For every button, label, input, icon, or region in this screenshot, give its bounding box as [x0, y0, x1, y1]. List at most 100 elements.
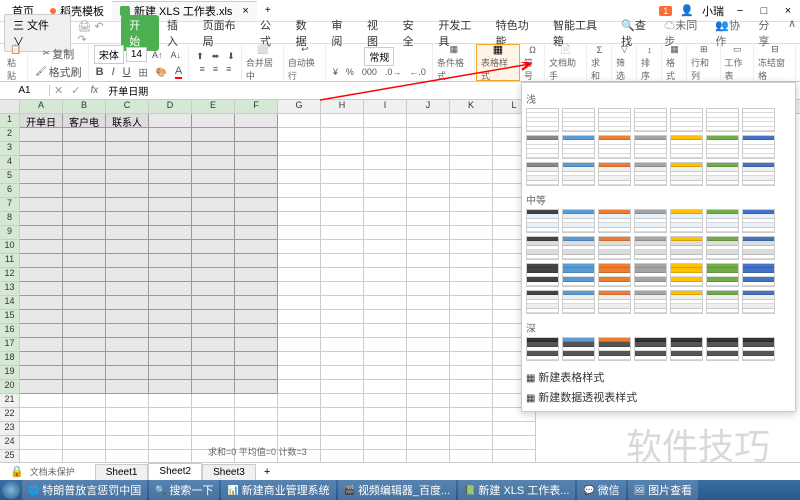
cell[interactable] — [321, 198, 364, 212]
cell[interactable] — [149, 156, 192, 170]
cell[interactable] — [407, 268, 450, 282]
cell[interactable] — [63, 282, 106, 296]
cell[interactable] — [106, 324, 149, 338]
cell[interactable] — [407, 352, 450, 366]
cell[interactable] — [364, 240, 407, 254]
cell[interactable] — [278, 254, 321, 268]
cell[interactable] — [450, 156, 493, 170]
cell[interactable] — [450, 380, 493, 394]
row-header-18[interactable]: 18 — [0, 352, 20, 366]
cell[interactable] — [63, 352, 106, 366]
format-button[interactable]: ▦ — [667, 43, 682, 56]
row-header-8[interactable]: 8 — [0, 212, 20, 226]
cell[interactable] — [278, 268, 321, 282]
cell[interactable] — [450, 268, 493, 282]
row-header-19[interactable]: 19 — [0, 366, 20, 380]
style-thumb[interactable] — [670, 162, 703, 186]
task-1[interactable]: 🌐特朗普放言惩罚中国 — [22, 480, 147, 500]
cell[interactable] — [321, 282, 364, 296]
cell[interactable] — [278, 338, 321, 352]
cell[interactable] — [20, 394, 63, 408]
fx-icon[interactable]: fx — [84, 85, 104, 96]
style-thumb[interactable] — [562, 135, 595, 159]
cell[interactable] — [364, 380, 407, 394]
cell[interactable] — [450, 408, 493, 422]
style-thumb[interactable] — [742, 108, 775, 132]
cell[interactable] — [235, 296, 278, 310]
cell[interactable] — [192, 184, 235, 198]
task-4[interactable]: 🎬视频编辑器_百度... — [338, 480, 457, 500]
style-thumb[interactable] — [706, 236, 739, 260]
cell[interactable] — [278, 212, 321, 226]
cell[interactable] — [192, 212, 235, 226]
cell[interactable] — [20, 338, 63, 352]
style-thumb[interactable] — [670, 337, 703, 361]
cell[interactable] — [450, 338, 493, 352]
cell[interactable] — [278, 240, 321, 254]
style-thumb[interactable] — [706, 162, 739, 186]
cell[interactable] — [149, 254, 192, 268]
symbol-button[interactable]: Ω — [526, 44, 539, 56]
col-header-I[interactable]: I — [364, 100, 407, 113]
cell[interactable] — [149, 170, 192, 184]
cell[interactable] — [20, 240, 63, 254]
cell[interactable] — [63, 184, 106, 198]
freeze-button[interactable]: ⊟ — [768, 43, 782, 56]
sheet-tab-3[interactable]: Sheet3 — [202, 464, 256, 480]
cell[interactable] — [149, 240, 192, 254]
cell[interactable] — [63, 296, 106, 310]
cell[interactable] — [63, 338, 106, 352]
cell[interactable] — [20, 436, 63, 450]
cell[interactable] — [63, 268, 106, 282]
style-thumb[interactable] — [670, 290, 703, 314]
cell[interactable] — [192, 170, 235, 184]
cell[interactable] — [149, 394, 192, 408]
cell[interactable] — [235, 212, 278, 226]
cell[interactable] — [106, 170, 149, 184]
cell[interactable] — [321, 156, 364, 170]
cell[interactable] — [106, 156, 149, 170]
cell[interactable] — [450, 240, 493, 254]
row-header-1[interactable]: 1 — [0, 114, 20, 128]
style-thumb[interactable] — [598, 135, 631, 159]
cell[interactable] — [106, 142, 149, 156]
cell[interactable] — [364, 198, 407, 212]
cell[interactable] — [321, 296, 364, 310]
cell[interactable] — [364, 114, 407, 128]
cell[interactable] — [149, 408, 192, 422]
style-thumb[interactable] — [562, 236, 595, 260]
number-format-select[interactable]: 常规 — [364, 47, 394, 66]
style-thumb[interactable] — [526, 263, 559, 287]
col-header-G[interactable]: G — [278, 100, 321, 113]
cell[interactable] — [106, 380, 149, 394]
cell[interactable] — [407, 226, 450, 240]
cell[interactable] — [20, 408, 63, 422]
percent-icon[interactable]: % — [343, 66, 357, 78]
cell[interactable] — [278, 394, 321, 408]
cell[interactable] — [106, 394, 149, 408]
cell[interactable] — [407, 156, 450, 170]
cell[interactable] — [321, 268, 364, 282]
cell[interactable] — [149, 184, 192, 198]
cell[interactable] — [149, 338, 192, 352]
task-5[interactable]: 📗新建 XLS 工作表... — [458, 480, 575, 500]
cell[interactable] — [235, 240, 278, 254]
cell[interactable] — [321, 226, 364, 240]
style-thumb[interactable] — [742, 209, 775, 233]
col-header-J[interactable]: J — [407, 100, 450, 113]
cell[interactable] — [321, 352, 364, 366]
cell[interactable] — [235, 310, 278, 324]
accept-formula-icon[interactable]: ✓ — [67, 84, 84, 97]
style-thumb[interactable] — [598, 108, 631, 132]
task-3[interactable]: 📊新建商业管理系统 — [221, 480, 335, 500]
style-thumb[interactable] — [634, 209, 667, 233]
row-header-22[interactable]: 22 — [0, 408, 20, 422]
style-thumb[interactable] — [706, 337, 739, 361]
cell[interactable] — [321, 310, 364, 324]
style-thumb[interactable] — [562, 263, 595, 287]
cell[interactable] — [149, 212, 192, 226]
col-header-H[interactable]: H — [321, 100, 364, 113]
cell[interactable] — [235, 254, 278, 268]
row-header-15[interactable]: 15 — [0, 310, 20, 324]
cell[interactable] — [364, 226, 407, 240]
